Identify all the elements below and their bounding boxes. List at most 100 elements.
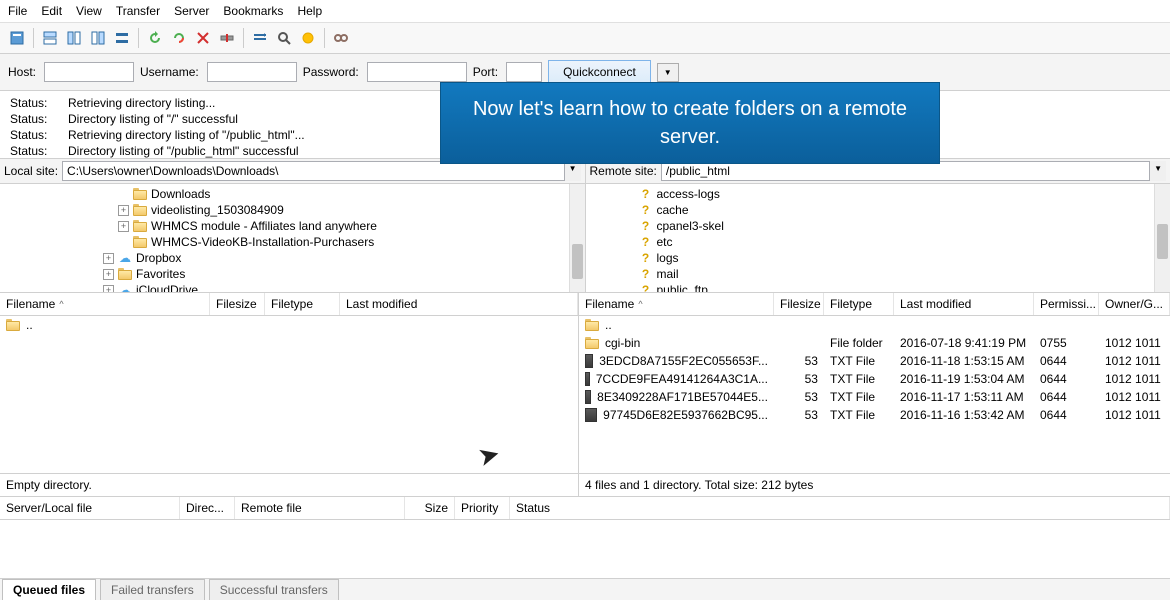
process-queue-button[interactable] [168, 27, 190, 49]
expander-icon[interactable]: + [103, 269, 114, 280]
expander-icon[interactable]: + [118, 221, 129, 232]
toggle-queue-button[interactable] [111, 27, 133, 49]
folder-icon [133, 220, 147, 232]
file-size: 53 [774, 390, 824, 404]
site-manager-button[interactable] [6, 27, 28, 49]
log-message: Directory listing of "/" successful [68, 111, 238, 127]
tree-item-label: cpanel3-skel [657, 218, 724, 234]
file-lists: Filename^ Filesize Filetype Last modifie… [0, 293, 1170, 497]
folder-icon [133, 188, 147, 200]
tree-item-label: iCloudDrive [136, 282, 198, 292]
quickconnect-dropdown[interactable]: ▼ [657, 63, 679, 82]
search-button[interactable] [273, 27, 295, 49]
tree-item[interactable]: + WHMCS module - Affiliates land anywher… [4, 218, 585, 234]
file-owner: 1012 1011 [1099, 336, 1170, 350]
remote-tree-scrollbar[interactable] [1154, 184, 1170, 292]
file-row[interactable]: 97745D6E82E5937662BC95...53TXT File2016-… [579, 406, 1170, 424]
tree-item[interactable]: + ☁ iCloudDrive [4, 282, 585, 292]
log-label: Status: [10, 127, 50, 143]
tree-item[interactable]: + videolisting_1503084909 [4, 202, 585, 218]
tree-item[interactable]: ? cpanel3-skel [590, 218, 1170, 234]
password-label: Password: [303, 65, 359, 79]
unknown-icon: ? [639, 283, 653, 292]
toolbar [0, 23, 1170, 54]
tree-item[interactable]: Downloads [4, 186, 585, 202]
tree-item[interactable]: + ☁ Dropbox [4, 250, 585, 266]
local-tree[interactable]: Downloads+ videolisting_1503084909+ WHMC… [0, 184, 585, 292]
folder-icon [585, 337, 599, 349]
tree-item[interactable]: ? mail [590, 266, 1170, 282]
toggle-remote-tree-button[interactable] [87, 27, 109, 49]
port-input[interactable] [506, 62, 542, 82]
unknown-icon: ? [639, 251, 653, 265]
parent-dir[interactable]: .. [26, 318, 33, 332]
compare-button[interactable] [249, 27, 271, 49]
unknown-icon: ? [639, 219, 653, 233]
tree-item[interactable]: WHMCS-VideoKB-Installation-Purchasers [4, 234, 585, 250]
tab-successful[interactable]: Successful transfers [209, 579, 339, 600]
file-owner: 1012 1011 [1099, 354, 1170, 368]
file-owner: 1012 1011 [1099, 408, 1170, 422]
local-list-status: Empty directory. [0, 473, 578, 496]
expander-icon[interactable]: + [103, 285, 114, 293]
local-site-label: Local site: [4, 164, 58, 178]
password-input[interactable] [367, 62, 467, 82]
remote-path-dropdown[interactable]: ▼ [1149, 161, 1166, 181]
tree-item-label: etc [657, 234, 673, 250]
find-button[interactable] [330, 27, 352, 49]
queue-header[interactable]: Server/Local file Direc... Remote file S… [0, 497, 1170, 520]
unknown-icon: ? [639, 267, 653, 281]
file-row[interactable]: cgi-binFile folder2016-07-18 9:41:19 PM0… [579, 334, 1170, 352]
local-list-header[interactable]: Filename^ Filesize Filetype Last modifie… [0, 293, 578, 316]
tab-queued[interactable]: Queued files [2, 579, 96, 600]
username-input[interactable] [207, 62, 297, 82]
remote-tree[interactable]: ? access-logs ? cache ? cpanel3-skel ? e… [586, 184, 1170, 292]
tree-item[interactable]: + Favorites [4, 266, 585, 282]
host-label: Host: [8, 65, 36, 79]
local-path-input[interactable] [62, 161, 565, 181]
file-row[interactable]: 7CCDE9FEA49141264A3C1A...53TXT File2016-… [579, 370, 1170, 388]
quickconnect-button[interactable]: Quickconnect [548, 60, 651, 84]
remote-site-label: Remote site: [590, 164, 657, 178]
file-row[interactable]: 3EDCD8A7155F2EC055653F...53TXT File2016-… [579, 352, 1170, 370]
local-tree-panel: Local site: ▼ Downloads+ videolisting_15… [0, 159, 586, 292]
local-tree-scrollbar[interactable] [569, 184, 585, 292]
menu-server[interactable]: Server [174, 4, 209, 18]
remote-list-header[interactable]: Filename^ Filesize Filetype Last modifie… [579, 293, 1170, 316]
host-input[interactable] [44, 62, 134, 82]
tree-item[interactable]: ? public_ftp [590, 282, 1170, 292]
local-path-dropdown[interactable]: ▼ [564, 161, 581, 181]
parent-dir[interactable]: .. [605, 318, 612, 332]
menu-transfer[interactable]: Transfer [116, 4, 160, 18]
remote-list-body[interactable]: .. cgi-binFile folder2016-07-18 9:41:19 … [579, 316, 1170, 473]
disconnect-button[interactable] [216, 27, 238, 49]
tree-item[interactable]: ? cache [590, 202, 1170, 218]
expander-icon[interactable]: + [103, 253, 114, 264]
cancel-button[interactable] [192, 27, 214, 49]
toggle-log-button[interactable] [39, 27, 61, 49]
file-modified: 2016-11-17 1:53:11 AM [894, 390, 1034, 404]
cloud-icon: ☁ [118, 283, 132, 292]
folder-icon [133, 204, 147, 216]
file-row[interactable]: 8E3409228AF171BE57044E5...53TXT File2016… [579, 388, 1170, 406]
refresh-button[interactable] [144, 27, 166, 49]
menu-view[interactable]: View [76, 4, 102, 18]
toggle-local-tree-button[interactable] [63, 27, 85, 49]
expander-icon[interactable]: + [118, 205, 129, 216]
tree-item[interactable]: ? etc [590, 234, 1170, 250]
tree-item[interactable]: ? logs [590, 250, 1170, 266]
filter-button[interactable] [297, 27, 319, 49]
menu-help[interactable]: Help [297, 4, 322, 18]
menu-file[interactable]: File [8, 4, 27, 18]
cloud-icon: ☁ [118, 251, 132, 265]
queue-body[interactable] [0, 520, 1170, 560]
file-permissions: 0755 [1034, 336, 1099, 350]
file-name: 7CCDE9FEA49141264A3C1A... [596, 372, 768, 386]
tab-failed[interactable]: Failed transfers [100, 579, 205, 600]
tree-item[interactable]: ? access-logs [590, 186, 1170, 202]
file-icon [585, 372, 590, 386]
menu-edit[interactable]: Edit [41, 4, 62, 18]
remote-path-input[interactable] [661, 161, 1150, 181]
menu-bookmarks[interactable]: Bookmarks [223, 4, 283, 18]
file-owner: 1012 1011 [1099, 390, 1170, 404]
